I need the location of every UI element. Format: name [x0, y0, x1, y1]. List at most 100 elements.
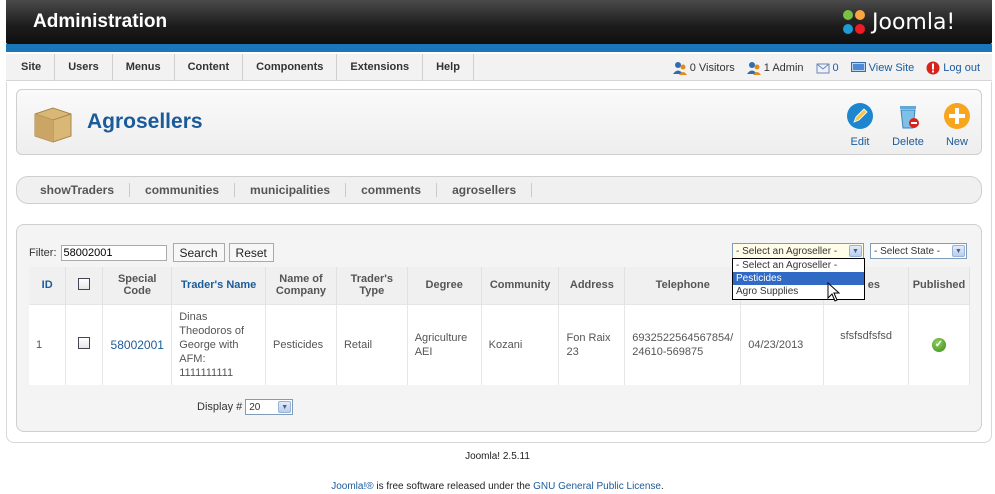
limit-select-value: 20 [249, 401, 261, 413]
display-label: Display # [197, 401, 243, 413]
state-select[interactable]: - Select State - ▼ [870, 243, 967, 259]
gpl-link[interactable]: GNU General Public License [533, 481, 661, 492]
search-button[interactable]: Search [172, 243, 225, 262]
col-checkall [65, 267, 104, 304]
admins-status: 1 Admin [746, 61, 804, 75]
cell-traders-name: Dinas Theodoros of George with AFM: 1111… [171, 303, 267, 385]
pagination-limit: Display # 20 ▼ [197, 399, 294, 415]
joomla-logo-text: Joomla! [872, 9, 956, 35]
messages-count: 0 [832, 61, 839, 74]
trash-icon [900, 106, 919, 129]
main-menu: Site Users Menus Content Components Exte… [8, 54, 474, 81]
chevron-down-icon: ▼ [952, 245, 965, 257]
cell-community: Kozani [481, 303, 560, 385]
messages-icon [816, 63, 830, 73]
delete-label: Delete [892, 136, 924, 148]
menu-components[interactable]: Components [243, 54, 338, 81]
reset-button[interactable]: Reset [228, 243, 274, 262]
col-special-code: Special Code [102, 267, 173, 304]
license-post-text: . [660, 481, 664, 492]
row-checkbox[interactable] [78, 337, 91, 350]
table-row: 1 58002001 Dinas Theodoros of George wit… [29, 303, 971, 385]
col-company: Name of Company [265, 267, 337, 304]
license-mid-text: is free software released under the [373, 481, 534, 492]
new-label: New [945, 136, 968, 148]
cell-type: Retail [336, 303, 408, 385]
edit-button[interactable]: Edit [840, 102, 880, 148]
cell-telephone: 6932522564567854/ 24610-569875 [624, 303, 742, 385]
dropdown-option[interactable]: Agro Supplies [733, 285, 864, 298]
menu-content[interactable]: Content [175, 54, 244, 81]
chevron-down-icon: ▼ [278, 401, 292, 413]
dropdown-option-highlighted[interactable]: Pesticides [733, 272, 864, 285]
state-select-value: - Select State - [874, 245, 941, 257]
joomla-logo: Joomla! [839, 6, 955, 38]
col-traders-name[interactable]: Trader's Name [171, 267, 267, 304]
cell-checkbox [65, 303, 104, 385]
submenu-agrosellers[interactable]: agrosellers [437, 183, 533, 197]
published-check-icon[interactable]: ✓ [931, 337, 946, 352]
cell-published: ✓ [908, 303, 971, 385]
col-address: Address [558, 267, 626, 304]
col-id[interactable]: ID [29, 267, 67, 304]
menu-extensions[interactable]: Extensions [337, 54, 424, 81]
cell-address: Fon Raix 23 [558, 303, 626, 385]
new-button[interactable]: New [937, 102, 977, 148]
col-telephone: Telephone [624, 267, 742, 304]
admins-icon [746, 61, 761, 75]
cell-company: Pesticides [265, 303, 337, 385]
delete-button[interactable]: Delete [888, 102, 928, 148]
menu-users[interactable]: Users [55, 54, 113, 81]
col-community: Community [481, 267, 560, 304]
admin-title: Administration [33, 11, 168, 32]
cell-id: 1 [29, 303, 67, 385]
page-title: Agrosellers [87, 110, 203, 133]
joomla-link[interactable]: Joomla!® [331, 481, 373, 492]
limit-select[interactable]: 20 ▼ [245, 399, 294, 415]
license-text: Joomla!® is free software released under… [0, 481, 995, 492]
submenu-municipalities[interactable]: municipalities [235, 183, 347, 197]
admins-count: 1 Admin [763, 61, 804, 74]
cell-date: 04/23/2013 [740, 303, 825, 385]
submenu-communities[interactable]: communities [130, 183, 236, 197]
messages-status[interactable]: 0 [816, 62, 839, 74]
logout-link[interactable]: Log out [926, 61, 980, 75]
dropdown-option[interactable]: - Select an Agroseller - [733, 259, 864, 272]
agroseller-select-value: - Select an Agroseller - [736, 245, 838, 257]
submenu-showtraders[interactable]: showTraders [25, 183, 131, 197]
filter-bar: Filter: Search Reset [29, 243, 274, 262]
logout-icon [926, 61, 940, 74]
monitor-icon [850, 62, 866, 72]
filter-label: Filter: [29, 246, 57, 259]
cell-special-code[interactable]: 58002001 [102, 303, 173, 385]
version-text: Joomla! 2.5.11 [465, 451, 530, 462]
view-site-link[interactable]: View Site [850, 62, 914, 74]
chevron-down-icon: ▼ [849, 245, 862, 257]
edit-icon [847, 103, 873, 129]
edit-label: Edit [850, 136, 870, 148]
submenu-comments[interactable]: comments [346, 183, 438, 197]
visitors-count: 0 Visitors [689, 61, 735, 74]
visitors-icon [672, 61, 687, 75]
menu-site[interactable]: Site [8, 54, 56, 81]
status-area: 0 Visitors 1 Admin 0 View Site Log out [672, 54, 980, 81]
menu-help[interactable]: Help [423, 54, 474, 81]
col-degree: Degree [407, 267, 482, 304]
col-published: Published [908, 267, 971, 304]
check-all-checkbox[interactable] [78, 277, 91, 290]
mouse-cursor-icon [827, 282, 841, 302]
col-type: Trader's Type [336, 267, 408, 304]
admin-header: Administration Joomla! [6, 0, 992, 44]
filter-input[interactable] [60, 244, 167, 261]
header-accent-bar [6, 44, 992, 52]
agroseller-select[interactable]: - Select an Agroseller - ▼ [732, 243, 864, 259]
package-icon [34, 107, 72, 143]
menu-menus[interactable]: Menus [113, 54, 175, 81]
menu-bar: Site Users Menus Content Components Exte… [6, 54, 992, 81]
cell-notes: sfsfsdfsfsd [823, 303, 909, 385]
joomla-logo-icon [843, 10, 865, 34]
submenu: showTraders communities municipalities c… [16, 176, 982, 204]
list-panel: Filter: Search Reset - Select an Agrosel… [16, 224, 982, 432]
cell-degree: Agriculture AEI [407, 303, 482, 385]
agroseller-dropdown-list: - Select an Agroseller - Pesticides Agro… [732, 258, 865, 300]
